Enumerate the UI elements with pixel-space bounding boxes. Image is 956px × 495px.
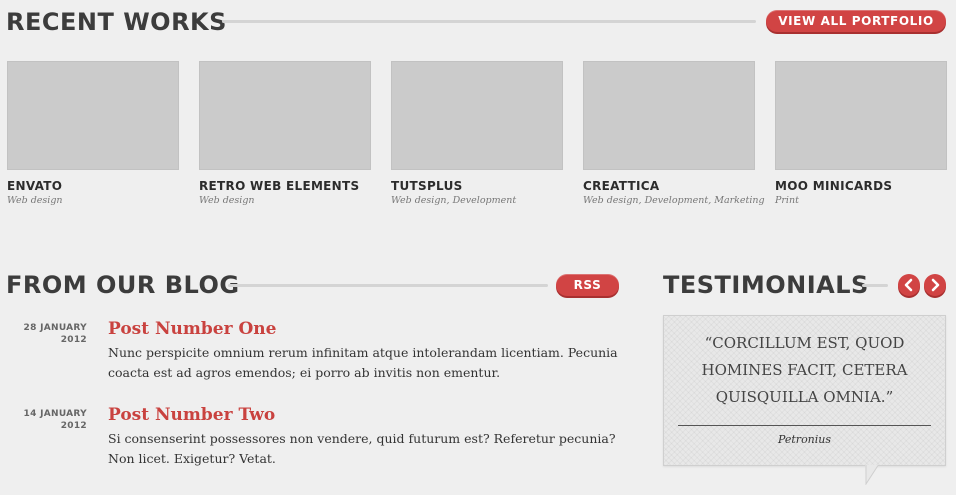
testimonial-prev-button[interactable]	[898, 274, 920, 296]
post-excerpt: Si consenserint possessores non vendere,…	[108, 431, 616, 466]
portfolio-thumb-retro-web-elements[interactable]	[199, 61, 371, 170]
portfolio-item-name[interactable]: TUTSPLUS	[391, 179, 463, 193]
post-date-year: 2012	[60, 335, 87, 345]
post-date-year: 2012	[60, 421, 87, 431]
portfolio-item-name[interactable]: ENVATO	[7, 179, 62, 193]
view-all-portfolio-button[interactable]: VIEW ALL PORTFOLIO	[766, 10, 946, 32]
portfolio-thumb-creattica[interactable]	[583, 61, 755, 170]
post-date: 14 JANUARY 2012	[7, 408, 87, 432]
recent-works-divider	[222, 20, 756, 23]
testimonial-author: Petronius	[777, 433, 832, 446]
testimonial-card: “CORCILLUM EST, QUOD HOMINES FACIT, CETE…	[663, 315, 946, 466]
blog-title: FROM OUR BLOG	[6, 271, 240, 299]
blog-divider	[228, 284, 548, 287]
testimonial-quote: “CORCILLUM EST, QUOD HOMINES FACIT, CETE…	[701, 334, 908, 406]
speech-tail-icon	[865, 465, 879, 485]
portfolio-item-tags: Print	[775, 195, 799, 206]
post-excerpt: Nunc perspicite omnium rerum infinitam a…	[108, 345, 618, 380]
post-date: 28 JANUARY 2012	[7, 322, 87, 346]
post-title-link[interactable]: Post Number One	[108, 319, 276, 339]
post-date-day-month: 28 JANUARY	[23, 323, 87, 333]
portfolio-item-name[interactable]: CREATTICA	[583, 179, 660, 193]
portfolio-item-tags: Web design	[7, 195, 63, 206]
portfolio-item-tags: Web design, Development, Marketing	[583, 195, 765, 206]
testimonials-title: TESTIMONIALS	[663, 271, 869, 299]
portfolio-item-name[interactable]: RETRO WEB ELEMENTS	[199, 179, 359, 193]
portfolio-item-name[interactable]: MOO MINICARDS	[775, 179, 892, 193]
post-date-day-month: 14 JANUARY	[23, 409, 87, 419]
recent-works-title: RECENT WORKS	[6, 8, 227, 36]
portfolio-thumb-envato[interactable]	[7, 61, 179, 170]
portfolio-thumb-tutsplus[interactable]	[391, 61, 563, 170]
testimonials-divider	[862, 284, 888, 287]
chevron-left-icon	[904, 278, 913, 292]
portfolio-thumb-moo-minicards[interactable]	[775, 61, 947, 170]
portfolio-item-tags: Web design, Development	[391, 195, 517, 206]
testimonial-next-button[interactable]	[924, 274, 946, 296]
chevron-right-icon	[931, 278, 940, 292]
portfolio-item-tags: Web design	[199, 195, 255, 206]
post-title-link[interactable]: Post Number Two	[108, 405, 275, 425]
rss-button[interactable]: RSS	[556, 274, 619, 296]
testimonial-divider	[678, 425, 931, 426]
